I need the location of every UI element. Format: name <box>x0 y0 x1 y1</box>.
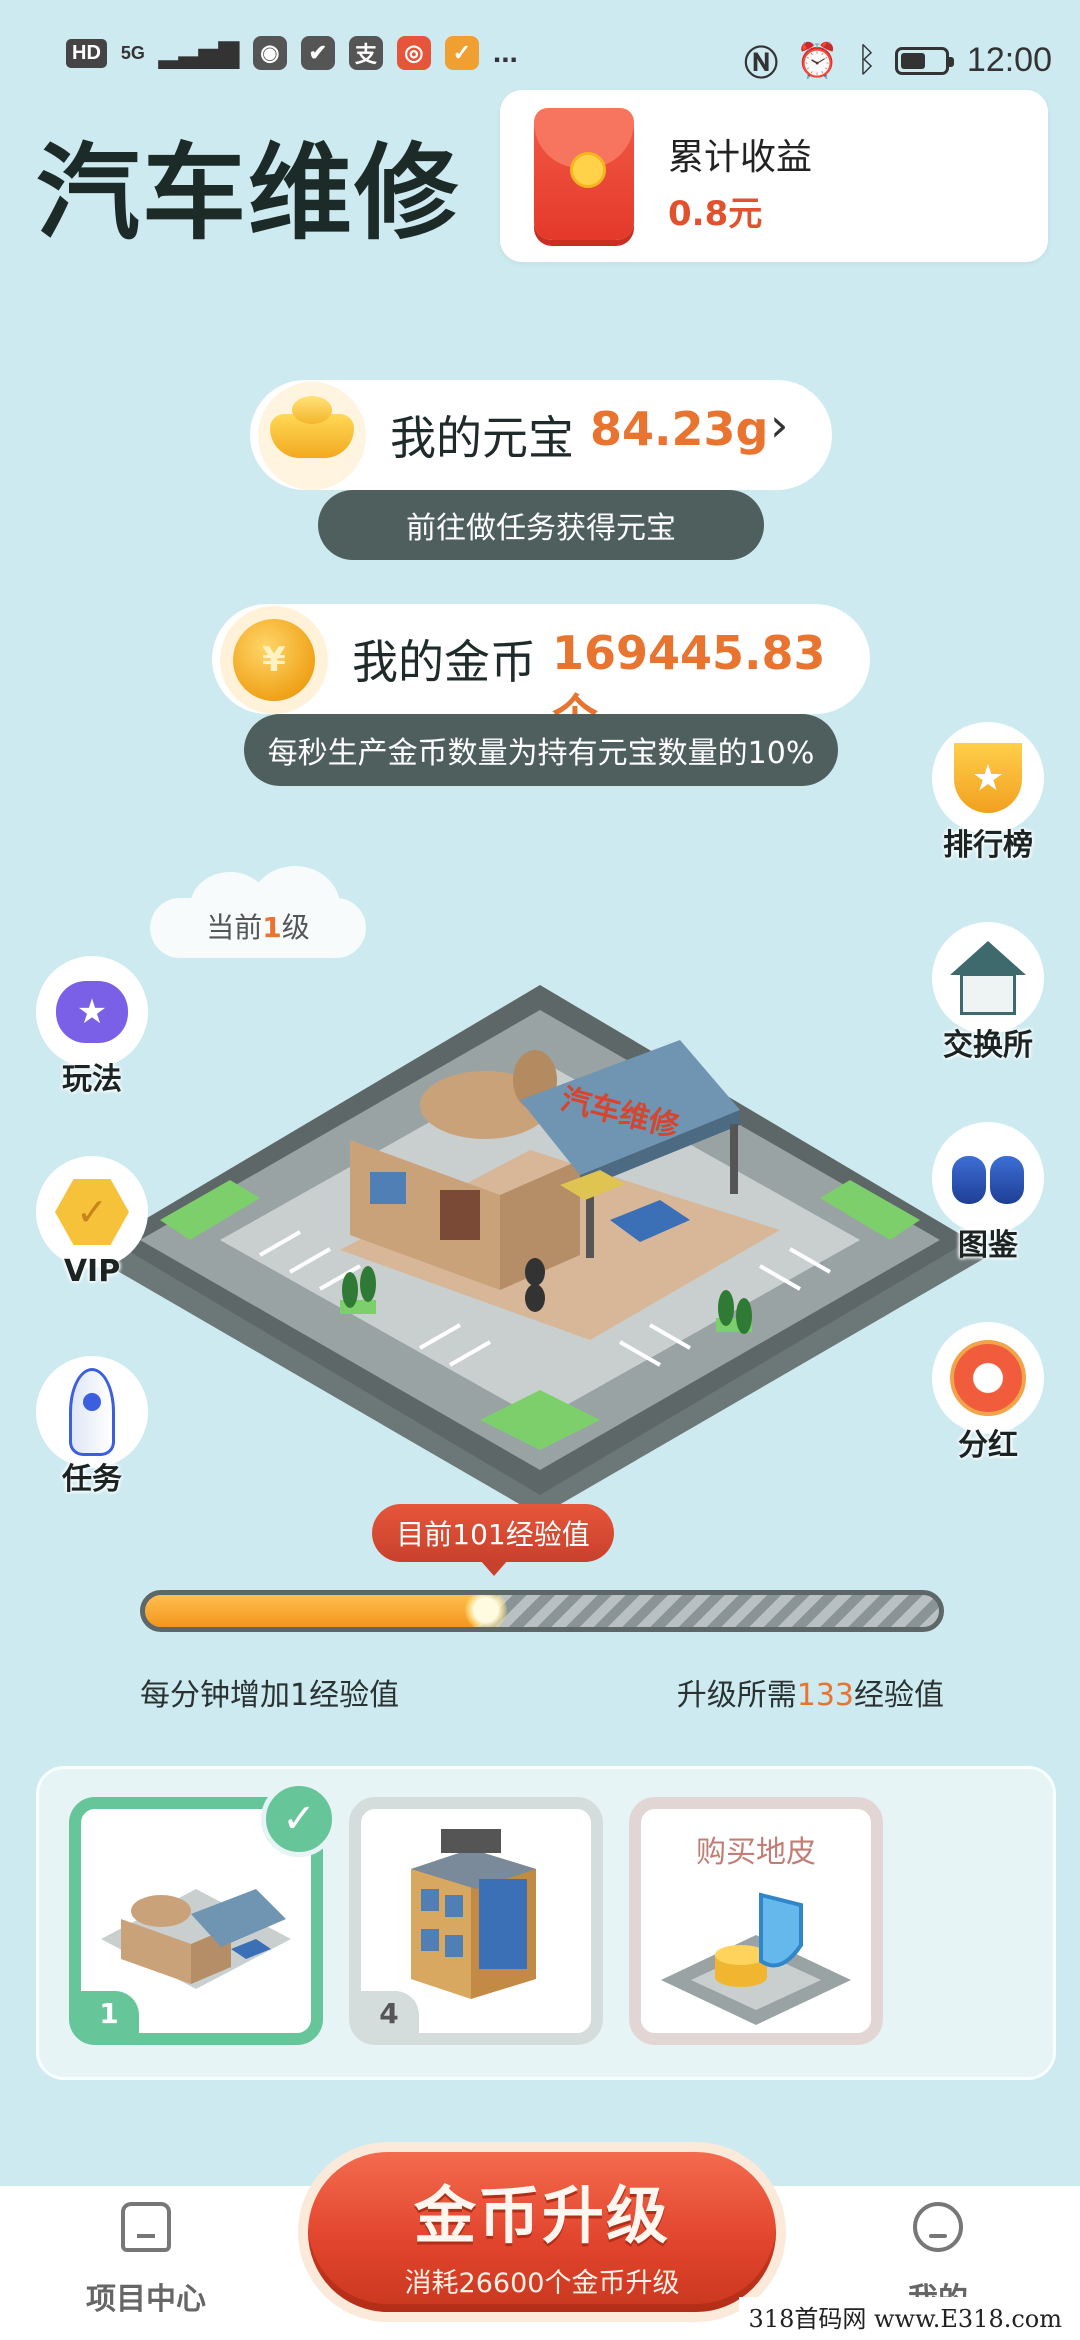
exp-per-minute: 每分钟增加1经验值 <box>140 1678 400 1713</box>
house-icon <box>950 941 1026 1015</box>
level-card-1[interactable]: 1 ✓ <box>69 1781 337 2045</box>
exp-needed: 升级所需133经验值 <box>676 1678 944 1713</box>
exp-progress-bar <box>140 1590 944 1632</box>
exp-progress-fill <box>145 1595 487 1627</box>
vip-button[interactable]: ✓ VIP <box>36 1156 148 1289</box>
nav-project-center[interactable]: 项目中心 <box>56 2202 236 2318</box>
gameplay-label: 玩法 <box>62 1062 122 1097</box>
tasks-label: 任务 <box>62 1462 122 1497</box>
exchange-label: 交换所 <box>943 1028 1033 1063</box>
dividend-button[interactable]: 分红 <box>932 1322 1044 1464</box>
profile-icon <box>913 2202 963 2252</box>
nav-project-center-label: 项目中心 <box>86 2282 206 2317</box>
current-exp-tag: 目前101经验值 <box>372 1504 614 1576</box>
exp-needed-value: 133 <box>796 1678 854 1713</box>
binoculars-icon <box>948 1148 1028 1208</box>
checkmark-icon: ✓ <box>261 1781 337 1857</box>
exchange-button[interactable]: 交换所 <box>932 922 1044 1064</box>
dividend-label: 分红 <box>958 1428 1018 1463</box>
exp-progress-glow <box>465 1595 508 1627</box>
gameplay-button[interactable]: ★ 玩法 <box>36 956 148 1098</box>
level-card-number: 1 <box>79 1991 139 2035</box>
upgrade-title: 金币升级 <box>413 2178 670 2252</box>
level-cards-panel: 1 ✓ 4 购买地皮 <box>36 1766 1056 2080</box>
trophy-icon: ★ <box>954 743 1022 813</box>
vip-badge-icon: ✓ <box>55 1179 129 1245</box>
land-plot-thumbnail <box>661 1892 851 2025</box>
leaderboard-label: 排行榜 <box>943 828 1033 863</box>
watermark: 318首码网 www.E318.com <box>738 2297 1072 2336</box>
level-card-4[interactable]: 4 <box>349 1797 603 2045</box>
gameplay-bubble-icon: ★ <box>56 981 128 1043</box>
compass-icon <box>950 1340 1026 1416</box>
home-icon <box>121 2202 171 2252</box>
coin-upgrade-button[interactable]: 金币升级 消耗26600个金币升级 <box>298 2142 786 2322</box>
upgrade-cost: 消耗26600个金币升级 <box>404 2267 680 2299</box>
rocket-icon <box>69 1368 115 1456</box>
leaderboard-button[interactable]: ★ 排行榜 <box>932 722 1044 864</box>
vip-label: VIP <box>63 1254 121 1289</box>
collection-label: 图鉴 <box>958 1228 1018 1263</box>
level-card-number: 4 <box>359 1991 419 2035</box>
tasks-button[interactable]: 任务 <box>36 1356 148 1498</box>
collection-button[interactable]: 图鉴 <box>932 1122 1044 1264</box>
buy-land-card[interactable]: 购买地皮 <box>629 1797 883 2045</box>
